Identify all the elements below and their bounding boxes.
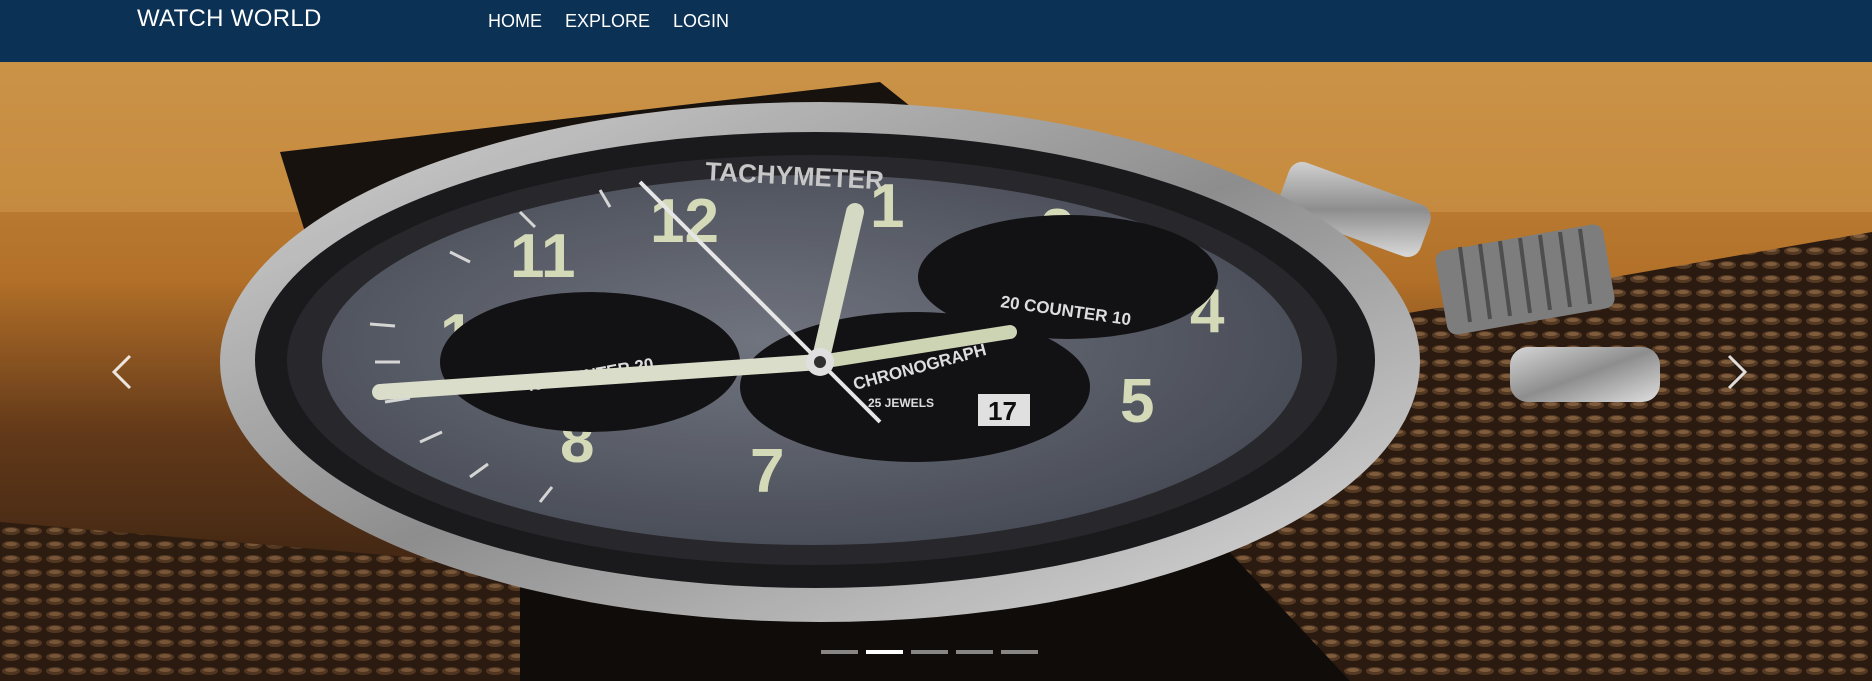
nav-explore-link[interactable]: EXPLORE — [565, 11, 650, 32]
carousel-prev-button[interactable] — [102, 342, 142, 402]
nav-links: HOME EXPLORE LOGIN — [488, 11, 729, 32]
nav-home-link[interactable]: HOME — [488, 11, 542, 32]
carousel-next-button[interactable] — [1717, 342, 1757, 402]
carousel-slide-image: TACHYMETER 12 1 2 4 5 7 8 10 11 20 COUNT… — [0, 62, 1872, 681]
carousel-indicator[interactable] — [821, 650, 858, 654]
carousel-indicator[interactable] — [956, 650, 993, 654]
nav-login-link[interactable]: LOGIN — [673, 11, 729, 32]
chevron-right-icon — [1727, 354, 1748, 390]
hero-carousel: TACHYMETER 12 1 2 4 5 7 8 10 11 20 COUNT… — [0, 62, 1872, 681]
carousel-indicator-active[interactable] — [866, 650, 903, 654]
carousel-indicators — [821, 650, 1038, 654]
carousel-indicator[interactable] — [911, 650, 948, 654]
carousel-indicator[interactable] — [1001, 650, 1038, 654]
wristwatch-photo: TACHYMETER 12 1 2 4 5 7 8 10 11 20 COUNT… — [0, 62, 1872, 681]
chevron-left-icon — [111, 354, 132, 390]
navbar: WATCH WORLD HOME EXPLORE LOGIN — [0, 0, 1872, 62]
brand-logo[interactable]: WATCH WORLD — [137, 5, 322, 33]
